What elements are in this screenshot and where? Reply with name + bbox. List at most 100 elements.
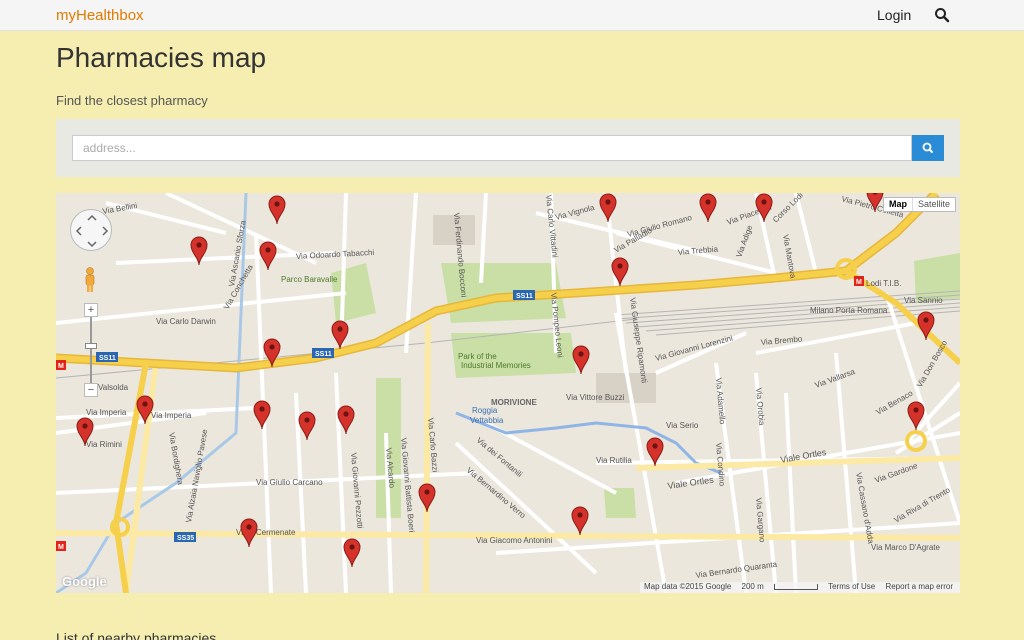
- svg-text:Via Imperia: Via Imperia: [86, 408, 127, 417]
- zoom-in-button[interactable]: +: [84, 303, 98, 317]
- svg-text:Milano Porta Romana: Milano Porta Romana: [810, 306, 888, 315]
- pharmacy-marker-icon[interactable]: [917, 311, 935, 341]
- report-map-error-link[interactable]: Report a map error: [885, 582, 953, 591]
- terms-of-use-link[interactable]: Terms of Use: [828, 582, 875, 591]
- pharmacy-marker-icon[interactable]: [190, 236, 208, 266]
- svg-text:Valsolda: Valsolda: [98, 383, 129, 392]
- svg-text:M: M: [58, 544, 64, 551]
- svg-text:Lodi T.I.B.: Lodi T.I.B.: [866, 279, 901, 288]
- pharmacy-marker-icon[interactable]: [259, 241, 277, 271]
- pharmacy-marker-icon[interactable]: [263, 338, 281, 368]
- svg-text:Via Rutilia: Via Rutilia: [596, 456, 632, 465]
- svg-text:Via Giovanni Pezzotti: Via Giovanni Pezzotti: [349, 452, 365, 529]
- address-input[interactable]: [72, 135, 912, 161]
- pharmacy-marker-icon[interactable]: [76, 417, 94, 447]
- pharmacy-marker-icon[interactable]: [253, 400, 271, 430]
- svg-text:Via Mantova: Via Mantova: [781, 234, 798, 280]
- brand-link[interactable]: myHealthbox: [56, 7, 144, 24]
- svg-text:Via Riva di Trento: Via Riva di Trento: [893, 485, 953, 525]
- svg-text:Via Serio: Via Serio: [666, 421, 699, 430]
- pharmacy-marker-icon[interactable]: [599, 193, 617, 223]
- svg-text:SS11: SS11: [516, 293, 533, 300]
- zoom-slider-thumb[interactable]: [85, 343, 97, 349]
- pan-arrows-icon: [75, 214, 109, 248]
- pharmacy-marker-icon[interactable]: [866, 193, 884, 213]
- svg-text:Via Imperia: Via Imperia: [151, 411, 192, 420]
- pharmacy-marker-icon[interactable]: [418, 483, 436, 513]
- pharmacy-marker-icon[interactable]: [268, 195, 286, 225]
- pharmacy-marker-icon[interactable]: [611, 257, 629, 287]
- svg-text:Via Vittore Buzzi: Via Vittore Buzzi: [566, 393, 625, 402]
- svg-text:Via dei Fontanili: Via dei Fontanili: [475, 436, 524, 480]
- pharmacy-marker-icon[interactable]: [337, 405, 355, 435]
- svg-text:Park of the: Park of the: [458, 352, 497, 361]
- svg-text:Via Odoardo Tabacchi: Via Odoardo Tabacchi: [296, 248, 375, 261]
- pharmacy-marker-icon[interactable]: [136, 395, 154, 425]
- street-view-pegman-icon[interactable]: [83, 267, 97, 293]
- pharmacy-map[interactable]: SS11 SS11 SS11 SS35 M M M Via Odoardo Ta…: [56, 193, 960, 593]
- map-zoom-control: + −: [84, 303, 98, 399]
- pharmacy-marker-icon[interactable]: [572, 345, 590, 375]
- svg-text:SS11: SS11: [99, 355, 116, 362]
- pharmacy-marker-icon[interactable]: [240, 518, 258, 548]
- map-type-satellite-button[interactable]: Satellite: [912, 198, 955, 211]
- svg-text:Via Carlo Darwin: Via Carlo Darwin: [156, 317, 216, 326]
- nearby-pharmacies-heading: List of nearby pharmacies: [56, 630, 217, 640]
- navbar: myHealthbox Login: [0, 0, 1024, 31]
- svg-text:Via Cassano d'Adda: Via Cassano d'Adda: [854, 472, 875, 545]
- svg-text:Via Gardone: Via Gardone: [874, 461, 920, 485]
- zoom-slider-track[interactable]: [90, 317, 92, 383]
- svg-text:Via Adamello: Via Adamello: [714, 377, 727, 425]
- svg-text:Via Orobia: Via Orobia: [754, 387, 766, 426]
- svg-text:Via Giuseppe Ripamonti: Via Giuseppe Ripamonti: [628, 297, 649, 384]
- svg-text:Vettabbia: Vettabbia: [470, 416, 504, 425]
- svg-text:Parco Baravalle: Parco Baravalle: [281, 275, 338, 284]
- svg-text:Via Vignola: Via Vignola: [554, 203, 596, 222]
- svg-text:M: M: [856, 279, 862, 286]
- map-type-map-button[interactable]: Map: [884, 198, 912, 211]
- page-subtitle: Find the closest pharmacy: [56, 93, 208, 108]
- svg-text:MORIVIONE: MORIVIONE: [491, 398, 537, 407]
- map-scale-label: 200 m: [741, 582, 764, 591]
- svg-text:Via Condino: Via Condino: [714, 442, 727, 487]
- svg-text:Via Giacomo Antonini: Via Giacomo Antonini: [476, 536, 553, 545]
- svg-text:Via Giulio Carcano: Via Giulio Carcano: [256, 478, 323, 487]
- svg-text:Via Giovanni Lorenzini: Via Giovanni Lorenzini: [654, 334, 734, 363]
- svg-text:Via Don Bosco: Via Don Bosco: [915, 338, 949, 389]
- search-icon: [922, 142, 933, 153]
- login-link[interactable]: Login: [877, 7, 911, 23]
- address-search-button[interactable]: [912, 135, 944, 161]
- svg-text:Roggia: Roggia: [472, 406, 498, 415]
- page-title: Pharmacies map: [56, 42, 267, 73]
- svg-text:SS35: SS35: [177, 535, 194, 542]
- svg-text:Via Marco D'Agrate: Via Marco D'Agrate: [871, 543, 941, 552]
- svg-text:Viale Ortles: Viale Ortles: [667, 475, 715, 491]
- svg-text:Via Alzaia Naviglio Pavese: Via Alzaia Naviglio Pavese: [184, 428, 209, 523]
- search-icon[interactable]: [934, 7, 950, 23]
- svg-text:Via Giovanni Battista Boeri: Via Giovanni Battista Boeri: [399, 437, 416, 533]
- map-data-credit: Map data ©2015 Google: [644, 582, 732, 591]
- svg-text:SS11: SS11: [315, 351, 332, 358]
- svg-text:Via Adige: Via Adige: [734, 223, 754, 258]
- pharmacy-marker-icon[interactable]: [298, 411, 316, 441]
- svg-text:Via Carlo Vittadini: Via Carlo Vittadini: [544, 194, 560, 258]
- google-logo: Google: [62, 574, 107, 589]
- map-pan-control[interactable]: [70, 209, 112, 251]
- pharmacy-marker-icon[interactable]: [755, 193, 773, 223]
- map-scale-bar: [774, 583, 818, 590]
- svg-text:Via Vallarsa: Via Vallarsa: [814, 367, 857, 390]
- map-type-control: Map Satellite: [883, 197, 957, 212]
- pharmacy-marker-icon[interactable]: [699, 193, 717, 223]
- svg-text:Via Bordighera: Via Bordighera: [167, 432, 185, 486]
- pharmacy-marker-icon[interactable]: [331, 320, 349, 350]
- address-search-panel: [56, 119, 960, 177]
- pharmacy-marker-icon[interactable]: [907, 401, 925, 431]
- pharmacy-marker-icon[interactable]: [343, 538, 361, 568]
- svg-text:M: M: [58, 363, 64, 370]
- map-attribution: Map data ©2015 Google 200 m Terms of Use…: [640, 582, 960, 593]
- svg-text:Via Sannio: Via Sannio: [904, 296, 943, 305]
- svg-text:Industrial Memories: Industrial Memories: [461, 361, 531, 370]
- pharmacy-marker-icon[interactable]: [646, 437, 664, 467]
- pharmacy-marker-icon[interactable]: [571, 506, 589, 536]
- zoom-out-button[interactable]: −: [84, 383, 98, 397]
